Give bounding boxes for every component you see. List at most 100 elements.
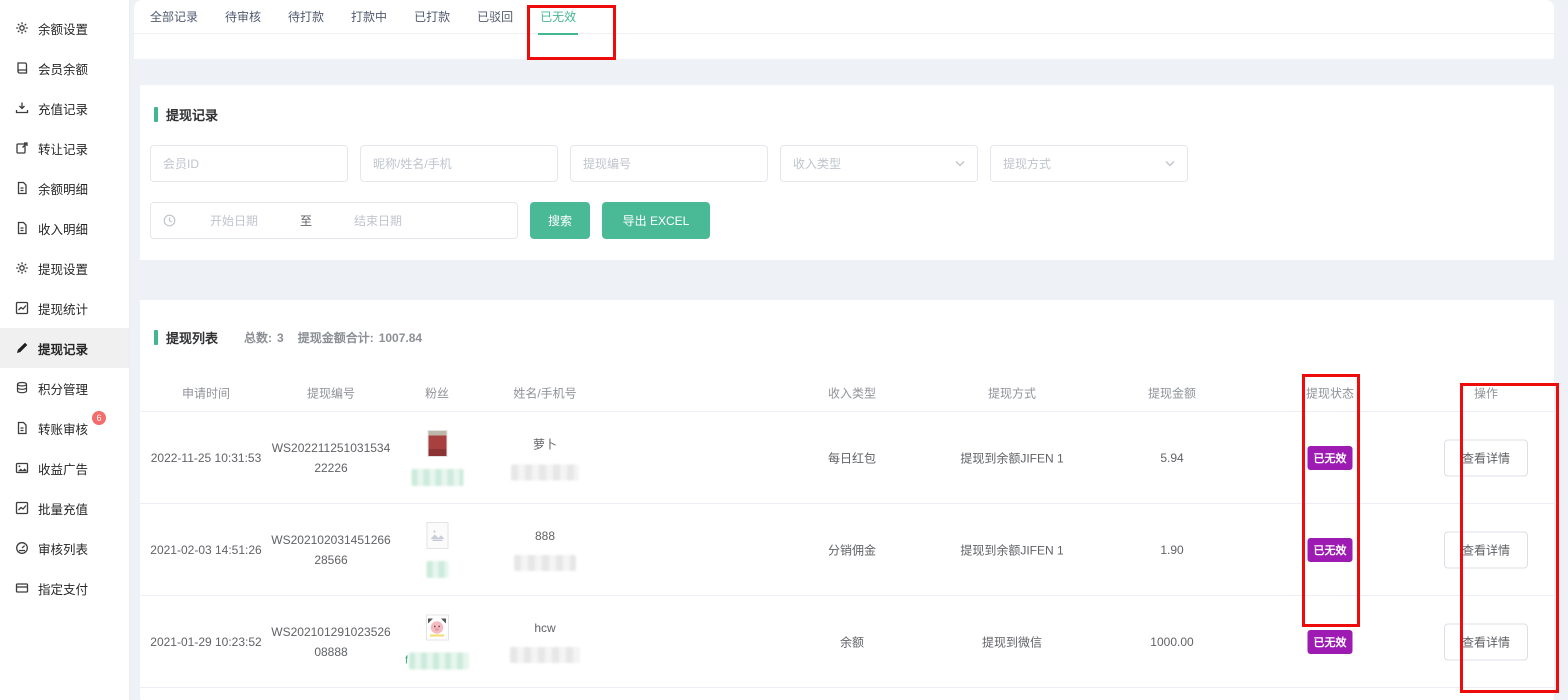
- sidebar-item-transfer-review[interactable]: 转账审核 6: [0, 408, 129, 448]
- blurred-phone: [514, 555, 576, 571]
- external-link-icon: [15, 141, 29, 155]
- cell-withdraw-code: WS20221125103153422226: [269, 438, 393, 478]
- view-details-button[interactable]: 查看详情: [1444, 531, 1528, 568]
- sidebar-item-label: 提现记录: [38, 339, 88, 358]
- filter-section-head: 提现记录: [140, 85, 1554, 124]
- file-icon: [15, 221, 29, 235]
- col-apply-time: 申请时间: [182, 385, 230, 402]
- status-badge: 已无效: [1308, 630, 1353, 654]
- col-withdraw-code: 提现编号: [307, 385, 355, 402]
- sidebar-item-label: 提现设置: [38, 259, 88, 278]
- image-placeholder-icon: [426, 522, 448, 549]
- table-row: 2022-11-25 10:31:53 WS202211251031534222…: [140, 412, 1554, 504]
- line-chart-icon: [15, 301, 29, 315]
- fan-name-line: [426, 561, 449, 578]
- date-range-input[interactable]: 开始日期 至 结束日期: [150, 202, 518, 239]
- book-icon: [15, 61, 29, 75]
- cell-name-phone: 萝卜: [511, 435, 579, 480]
- sidebar-item-balance-settings[interactable]: 余额设置: [0, 8, 129, 48]
- sidebar-item-label: 批量充值: [38, 499, 88, 518]
- tab-pending-payment[interactable]: 待打款: [288, 8, 324, 25]
- cell-status: 已无效: [1308, 630, 1353, 654]
- blurred-phone: [511, 464, 579, 480]
- col-withdraw-method: 提现方式: [988, 385, 1036, 402]
- tab-paid[interactable]: 已打款: [414, 8, 450, 25]
- customer-name: 888: [535, 529, 555, 543]
- nickname-name-phone-input[interactable]: [360, 145, 558, 182]
- sidebar-item-label: 余额设置: [38, 19, 88, 38]
- sidebar-item-label: 收益广告: [38, 459, 88, 478]
- cell-withdraw-method: 提现到微信: [982, 633, 1042, 650]
- view-details-button[interactable]: 查看详情: [1444, 623, 1528, 660]
- search-button[interactable]: 搜索: [530, 202, 590, 239]
- col-fan: 粉丝: [425, 385, 449, 402]
- sidebar-item-revenue-ads[interactable]: 收益广告: [0, 448, 129, 488]
- table-row: 2021-02-03 14:51:26 WS202102031451266285…: [140, 504, 1554, 596]
- sidebar-item-recharge-records[interactable]: 充值记录: [0, 88, 129, 128]
- withdraw-list-card: 提现列表 总数: 3 提现金额合计: 1007.84 申请时间 提现编号 粉丝 …: [140, 300, 1554, 700]
- member-id-input[interactable]: [150, 145, 348, 182]
- income-type-select[interactable]: 收入类型: [780, 145, 978, 182]
- select-placeholder: 收入类型: [793, 155, 841, 172]
- sidebar-item-transfer-records[interactable]: 转让记录: [0, 128, 129, 168]
- col-amount: 提现金额: [1148, 385, 1196, 402]
- sidebar-item-balance-details[interactable]: 余额明细: [0, 168, 129, 208]
- withdraw-method-select[interactable]: 提现方式: [990, 145, 1188, 182]
- col-status: 提现状态: [1306, 385, 1354, 402]
- sidebar-item-points-management[interactable]: 积分管理: [0, 368, 129, 408]
- sidebar-item-label: 充值记录: [38, 99, 88, 118]
- withdraw-code-input[interactable]: [570, 145, 768, 182]
- sidebar-item-member-balance[interactable]: 会员余额: [0, 48, 129, 88]
- cell-income-type: 每日红包: [828, 449, 876, 466]
- tab-paying[interactable]: 打款中: [351, 8, 387, 25]
- sidebar-item-review-list[interactable]: 审核列表: [0, 528, 129, 568]
- sidebar-item-label: 余额明细: [38, 179, 88, 198]
- filter-row-1: 收入类型 提现方式: [150, 145, 1188, 182]
- export-excel-button[interactable]: 导出 EXCEL: [602, 202, 710, 239]
- blurred-fan-name: [427, 561, 449, 578]
- gear-icon: [15, 261, 29, 275]
- notification-badge: 6: [92, 411, 106, 425]
- sidebar-item-designated-payment[interactable]: 指定支付: [0, 568, 129, 608]
- cell-amount: 1000.00: [1150, 635, 1193, 649]
- cell-fan: f: [405, 614, 469, 669]
- fan-name-line: f: [405, 652, 469, 669]
- cell-action: 查看详情: [1444, 439, 1528, 476]
- list-section-head: 提现列表 总数: 3 提现金额合计: 1007.84: [140, 300, 1554, 347]
- list-meta: 总数: 3 提现金额合计: 1007.84: [244, 329, 422, 346]
- customer-name: 萝卜: [533, 435, 557, 452]
- tab-all-records[interactable]: 全部记录: [150, 8, 198, 25]
- filter-row-2: 开始日期 至 结束日期 搜索 导出 EXCEL: [150, 202, 710, 239]
- status-badge: 已无效: [1308, 538, 1353, 562]
- tab-invalid[interactable]: 已无效: [540, 8, 576, 25]
- tab-pending-review[interactable]: 待审核: [225, 8, 261, 25]
- sidebar-item-batch-recharge[interactable]: 批量充值: [0, 488, 129, 528]
- avatar: [426, 614, 449, 640]
- card-icon: [15, 581, 29, 595]
- cell-apply-time: 2022-11-25 10:31:53: [151, 451, 262, 465]
- chevron-down-icon: [955, 160, 965, 167]
- col-income-type: 收入类型: [828, 385, 876, 402]
- view-details-button[interactable]: 查看详情: [1444, 439, 1528, 476]
- sidebar-item-income-details[interactable]: 收入明细: [0, 208, 129, 248]
- cell-amount: 1.90: [1160, 543, 1183, 557]
- withdraw-records-page: 余额设置 会员余额 充值记录 转让记录 余额明细 收入明细 提现设置 提现统计: [0, 0, 1568, 700]
- amount-sum-label: 提现金额合计:: [298, 329, 374, 346]
- filter-title: 提现记录: [166, 105, 218, 124]
- fan-name-line: [411, 469, 464, 486]
- sidebar: 余额设置 会员余额 充值记录 转让记录 余额明细 收入明细 提现设置 提现统计: [0, 0, 130, 700]
- status-badge: 已无效: [1308, 446, 1353, 470]
- cell-status: 已无效: [1308, 538, 1353, 562]
- tab-rejected[interactable]: 已驳回: [477, 8, 513, 25]
- total-value: 3: [277, 331, 284, 345]
- total-label: 总数:: [244, 329, 272, 346]
- line-chart-icon: [15, 501, 29, 515]
- sidebar-item-withdraw-records[interactable]: 提现记录: [0, 328, 129, 368]
- sidebar-item-withdraw-stats[interactable]: 提现统计: [0, 288, 129, 328]
- image-icon: [15, 461, 29, 475]
- sidebar-item-withdraw-settings[interactable]: 提现设置: [0, 248, 129, 288]
- filter-card: 提现记录 收入类型 提现方式 开始日期 至 结束日期 搜索 导出 EXCEL: [140, 85, 1554, 260]
- status-tab-panel: 全部记录 待审核 待打款 打款中 已打款 已驳回 已无效: [134, 0, 1554, 59]
- blurred-phone: [510, 647, 580, 663]
- sidebar-item-label: 会员余额: [38, 59, 88, 78]
